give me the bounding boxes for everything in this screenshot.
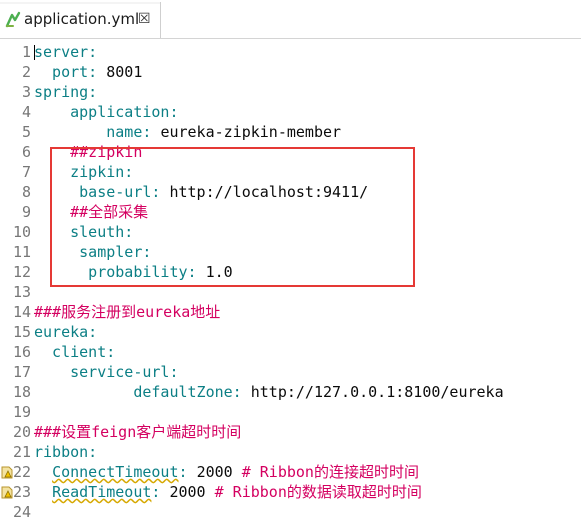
- line-number: 16: [12, 343, 31, 361]
- line-text: ###设置feign客户端超时时间: [34, 422, 241, 442]
- line-number: 8: [21, 183, 31, 201]
- key-token: application:: [34, 103, 179, 121]
- line-text: ###服务注册到eureka地址: [34, 302, 220, 322]
- key-token: ribbon:: [34, 443, 98, 461]
- line-number: 9: [21, 203, 31, 221]
- code-line[interactable]: 15 eureka:: [0, 322, 581, 342]
- line-text: defaultZone: http://127.0.0.1:8100/eurek…: [34, 382, 504, 402]
- line-text: client:: [34, 342, 115, 362]
- key-token: name:: [34, 123, 161, 141]
- line-text: ribbon:: [34, 442, 97, 462]
- line-number: 18: [12, 383, 31, 401]
- code-line[interactable]: 23 ReadTimeout: 2000 # Ribbon的数据读取超时时间: [0, 482, 581, 502]
- line-number: 21: [12, 443, 31, 461]
- line-text: ReadTimeout: 2000 # Ribbon的数据读取超时时间: [34, 482, 422, 502]
- line-number: 13: [12, 283, 31, 301]
- code-line[interactable]: 17 service-url:: [0, 362, 581, 382]
- value-token: eureka-zipkin-member: [160, 123, 342, 141]
- line-number: 14: [12, 303, 31, 321]
- comment-token: ###设置feign客户端超时时间: [34, 423, 242, 441]
- value-token: http://127.0.0.1:8100/eureka: [250, 383, 504, 401]
- code-line[interactable]: 14 ###服务注册到eureka地址: [0, 302, 581, 322]
- line-text: eureka:: [34, 322, 97, 342]
- line-number: 3: [21, 83, 31, 101]
- value-token: 2000: [196, 463, 242, 481]
- line-number: 19: [12, 403, 31, 421]
- line-number: 1: [21, 43, 31, 61]
- line-number: 24: [12, 503, 31, 521]
- line-number: 10: [12, 223, 31, 241]
- value-token: 8001: [106, 63, 143, 81]
- line-number: 7: [21, 163, 31, 181]
- key-token: :: [178, 463, 197, 481]
- key-token: eureka:: [34, 323, 98, 341]
- key-token: [34, 463, 52, 481]
- line-number: 22: [12, 463, 31, 481]
- line-number: 2: [21, 63, 31, 81]
- line-number: 5: [21, 123, 31, 141]
- code-line[interactable]: 19: [0, 402, 581, 422]
- code-line[interactable]: 2 port: 8001: [0, 62, 581, 82]
- key-token: server:: [34, 43, 98, 61]
- line-number: 17: [12, 363, 31, 381]
- line-text: spring:: [34, 82, 97, 102]
- line-text: port: 8001: [34, 62, 142, 82]
- key-token: defaultZone:: [34, 383, 251, 401]
- value-token: 2000: [169, 483, 215, 501]
- line-text: service-url:: [34, 362, 179, 382]
- editor-tab-bar: application.yml ☒: [0, 0, 581, 39]
- code-line[interactable]: 3 spring:: [0, 82, 581, 102]
- key-token: port:: [34, 63, 107, 81]
- code-line[interactable]: 20 ###设置feign客户端超时时间: [0, 422, 581, 442]
- key-token: :: [151, 483, 170, 501]
- line-number: 11: [12, 243, 31, 261]
- line-number: 6: [21, 143, 31, 161]
- code-line[interactable]: 18 defaultZone: http://127.0.0.1:8100/eu…: [0, 382, 581, 402]
- key-token: ReadTimeout: [52, 483, 152, 501]
- comment-token: # Ribbon的连接超时时间: [241, 463, 419, 481]
- close-icon[interactable]: ☒: [138, 11, 151, 27]
- line-text: name: eureka-zipkin-member: [34, 122, 341, 142]
- code-line[interactable]: 16 client:: [0, 342, 581, 362]
- comment-token: ###服务注册到eureka地址: [34, 303, 221, 321]
- code-line[interactable]: 5 name: eureka-zipkin-member: [0, 122, 581, 142]
- line-text: server:: [34, 42, 97, 62]
- key-token: client:: [34, 343, 116, 361]
- code-line[interactable]: 21 ribbon:: [0, 442, 581, 462]
- line-text: application:: [34, 102, 179, 122]
- key-token: spring:: [34, 83, 98, 101]
- tab-label: application.yml: [24, 10, 140, 28]
- comment-token: # Ribbon的数据读取超时时间: [214, 483, 422, 501]
- code-line[interactable]: 1 server:: [0, 42, 581, 62]
- key-token: service-url:: [34, 363, 179, 381]
- tab-application-yml[interactable]: application.yml ☒: [0, 2, 161, 38]
- code-line[interactable]: 24: [0, 502, 581, 522]
- line-number: 15: [12, 323, 31, 341]
- yaml-file-icon: [5, 11, 21, 28]
- line-number: 4: [21, 103, 31, 121]
- key-token: ConnectTimeout: [52, 463, 179, 481]
- line-number: 12: [12, 263, 31, 281]
- key-token: [34, 483, 52, 501]
- line-number: 20: [12, 423, 31, 441]
- code-line[interactable]: 22 ConnectTimeout: 2000 # Ribbon的连接超时时间: [0, 462, 581, 482]
- code-line[interactable]: 4 application:: [0, 102, 581, 122]
- line-text: ConnectTimeout: 2000 # Ribbon的连接超时时间: [34, 462, 419, 482]
- line-number: 23: [12, 483, 31, 501]
- text-cursor: [34, 45, 35, 60]
- red-highlight-box: [50, 147, 415, 287]
